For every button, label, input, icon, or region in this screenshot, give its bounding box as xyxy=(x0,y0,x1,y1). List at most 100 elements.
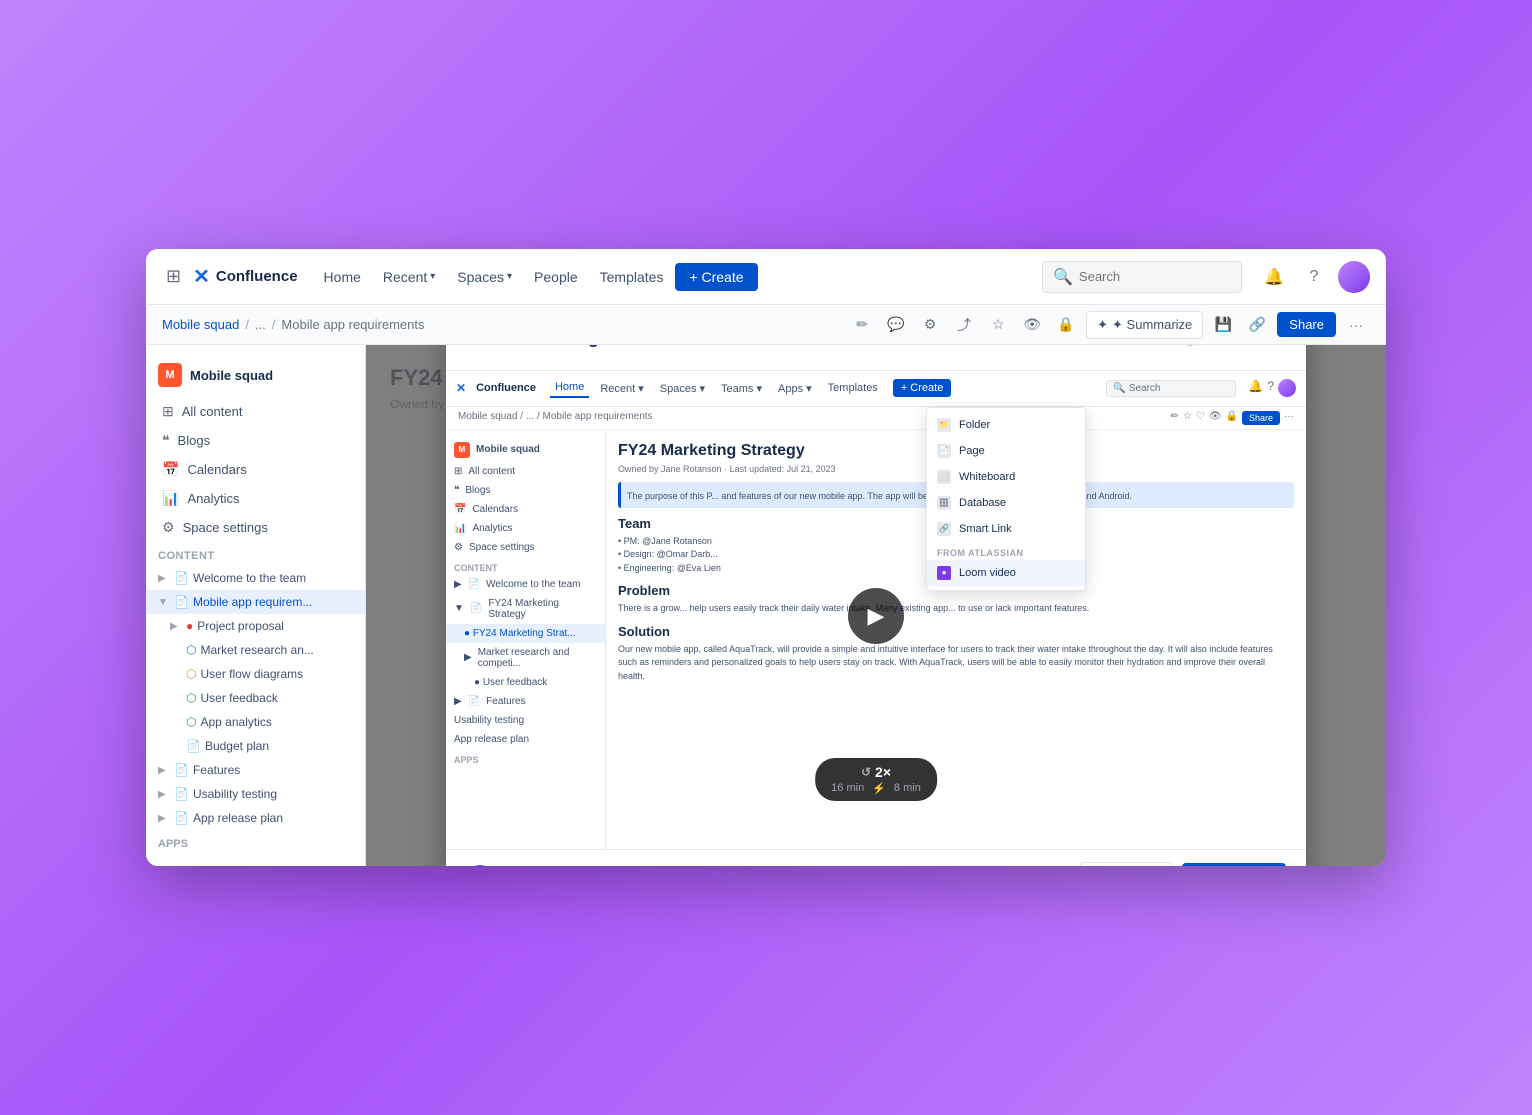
inner-breadcrumb: Mobile squad / ... / Mobile app requirem… xyxy=(446,407,1306,430)
sidebar-welcome[interactable]: ▶ 📄 Welcome to the team xyxy=(146,566,365,590)
search-box[interactable]: 🔍 xyxy=(1042,261,1242,293)
inner-welcome[interactable]: ▶📄 Welcome to the team xyxy=(446,575,605,594)
breadcrumb-ellipsis[interactable]: ... xyxy=(255,317,266,332)
modal-header: FY24 Marketing ↩ 🗑 ✂ ✕ xyxy=(446,345,1306,371)
sidebar-user-flow[interactable]: ⬡ User flow diagrams xyxy=(146,662,365,686)
insert-video-button[interactable]: Insert video xyxy=(1182,863,1286,867)
inner-search[interactable]: 🔍 Search xyxy=(1106,380,1236,397)
inner-calendars[interactable]: 📅Calendars xyxy=(446,500,605,519)
dropdown-page[interactable]: 📄 Page xyxy=(927,438,1085,464)
sidebar-app-release[interactable]: ▶ 📄 App release plan xyxy=(146,806,365,830)
nav-recent[interactable]: Recent ▾ xyxy=(373,263,445,291)
undo-button[interactable]: ↩ xyxy=(1134,345,1166,354)
more-icon[interactable]: ··· xyxy=(1342,311,1370,339)
dropdown-folder[interactable]: 📁 Folder xyxy=(927,412,1085,438)
inner-create-btn[interactable]: + Create xyxy=(893,379,952,397)
inner-help-icon[interactable]: ? xyxy=(1267,379,1274,397)
star-icon[interactable]: ☆ xyxy=(984,311,1012,339)
inner-features[interactable]: ▶📄 Features xyxy=(446,692,605,711)
dropdown-loom[interactable]: ● Loom video xyxy=(927,560,1085,586)
inner-content-label: CONTENT xyxy=(446,557,605,575)
sidebar-blogs[interactable]: ❝ Blogs xyxy=(150,426,361,455)
grid-icon[interactable]: ⊞ xyxy=(162,262,185,291)
sidebar-features[interactable]: ▶ 📄 Features xyxy=(146,758,365,782)
inner-star-icon[interactable]: ☆ xyxy=(1183,411,1192,425)
dropdown-database[interactable]: 🗄 Database xyxy=(927,490,1085,516)
lock-icon[interactable]: 🔒 xyxy=(1052,311,1080,339)
sidebar-all-content[interactable]: ⊞ All content xyxy=(150,397,361,426)
save-icon[interactable]: 💾 xyxy=(1209,311,1237,339)
share-button[interactable]: Share xyxy=(1277,312,1336,337)
inner-analytics[interactable]: 📊Analytics xyxy=(446,519,605,538)
sidebar-budget-plan[interactable]: 📄 Budget plan xyxy=(146,734,365,758)
edit-icon[interactable]: ✏ xyxy=(848,311,876,339)
inner-market-research-sub[interactable]: ▶ Market research and competi... xyxy=(446,643,605,673)
inner-usability[interactable]: Usability testing xyxy=(446,711,605,730)
user-avatar[interactable] xyxy=(1338,261,1370,293)
inner-user-feedback-sub[interactable]: ● User feedback xyxy=(446,673,605,692)
nav-people[interactable]: People xyxy=(524,263,588,291)
inner-space-settings[interactable]: ⚙Space settings xyxy=(446,538,605,557)
speed-indicator: ↺ 2× 16 min ⚡ 8 min xyxy=(815,758,937,801)
inner-heart-icon[interactable]: ♡ xyxy=(1196,411,1205,425)
close-button[interactable]: ✕ xyxy=(1254,345,1286,354)
view-icon[interactable]: 👁 xyxy=(1018,311,1046,339)
link-icon[interactable]: 🔗 xyxy=(1243,311,1271,339)
nav-logo[interactable]: ✕ Confluence xyxy=(193,264,297,289)
nav-links: Home Recent ▾ Spaces ▾ People Templates … xyxy=(314,263,1034,291)
inner-fy24-active[interactable]: ● FY24 Marketing Strat... xyxy=(446,624,605,643)
inner-share-btn[interactable]: Share xyxy=(1242,411,1280,425)
inner-all-content[interactable]: ⊞All content xyxy=(446,462,605,481)
inner-nav-apps[interactable]: Apps ▾ xyxy=(773,379,817,398)
inner-nav-templates[interactable]: Templates xyxy=(823,379,883,397)
dropdown-whiteboard[interactable]: ⬜ Whiteboard xyxy=(927,464,1085,490)
breadcrumb-page: Mobile app requirements xyxy=(281,317,424,332)
breadcrumb-space[interactable]: Mobile squad xyxy=(162,317,239,332)
inner-edit-icon[interactable]: ✏ xyxy=(1170,411,1178,425)
nav-templates[interactable]: Templates xyxy=(590,263,674,291)
inner-mobile-req[interactable]: ▼📄 FY24 Marketing Strategy xyxy=(446,594,605,624)
inner-blogs[interactable]: ❝Blogs xyxy=(446,481,605,500)
sidebar-app-analytics[interactable]: ⬡ App analytics xyxy=(146,710,365,734)
sidebar-space-settings[interactable]: ⚙ Space settings xyxy=(150,513,361,542)
sidebar-mobile-app-req[interactable]: ▼ 📄 Mobile app requirem... xyxy=(146,590,365,614)
sidebar-project-proposal[interactable]: ▶ ● Project proposal xyxy=(146,614,365,638)
sidebar-market-research[interactable]: ⬡ Market research an... xyxy=(146,638,365,662)
dropdown-smart-link[interactable]: 🔗 Smart Link xyxy=(927,516,1085,542)
inner-more-icon[interactable]: ··· xyxy=(1284,411,1294,425)
inner-nav-home[interactable]: Home xyxy=(550,378,589,398)
copy-link-button[interactable]: Copy link xyxy=(1080,862,1172,867)
modal-overlay[interactable]: FY24 Marketing ↩ 🗑 ✂ ✕ xyxy=(366,345,1386,866)
expand-icon: ▶ xyxy=(158,813,170,824)
help-icon[interactable]: ? xyxy=(1298,261,1330,293)
flash-icon: ⚡ xyxy=(872,782,886,795)
notifications-icon[interactable]: 🔔 xyxy=(1258,261,1290,293)
nav-spaces[interactable]: Spaces ▾ xyxy=(447,263,522,291)
branch-icon[interactable]: ⤴ xyxy=(950,311,978,339)
inner-bell-icon[interactable]: 🔔 xyxy=(1248,379,1263,397)
blogs-icon: ❝ xyxy=(162,432,170,449)
create-button[interactable]: + Create xyxy=(675,263,757,291)
search-input[interactable] xyxy=(1079,269,1231,284)
inner-nav-spaces[interactable]: Spaces ▾ xyxy=(655,379,710,398)
inner-avatar[interactable] xyxy=(1278,379,1296,397)
modal-footer-actions: Copy link Insert video xyxy=(1080,862,1286,867)
inner-nav-recent[interactable]: Recent ▾ xyxy=(595,379,648,398)
settings-icon[interactable]: ⚙ xyxy=(916,311,944,339)
scissors-button[interactable]: ✂ xyxy=(1214,345,1246,354)
comment-icon[interactable]: 💬 xyxy=(882,311,910,339)
breadcrumb: Mobile squad / ... / Mobile app requirem… xyxy=(162,317,425,332)
loom-dropdown-icon: ● xyxy=(937,566,951,580)
delete-button[interactable]: 🗑 xyxy=(1174,345,1206,354)
sidebar-user-feedback[interactable]: ⬡ User feedback xyxy=(146,686,365,710)
expand-icon: ▶ xyxy=(158,765,170,776)
sidebar-analytics[interactable]: 📊 Analytics xyxy=(150,484,361,513)
inner-lock-icon[interactable]: 🔒 xyxy=(1226,411,1238,425)
inner-nav-teams[interactable]: Teams ▾ xyxy=(716,379,767,398)
sidebar-calendars[interactable]: 📅 Calendars xyxy=(150,455,361,484)
inner-app-release[interactable]: App release plan xyxy=(446,730,605,749)
sidebar-usability[interactable]: ▶ 📄 Usability testing xyxy=(146,782,365,806)
nav-home[interactable]: Home xyxy=(314,263,371,291)
summarize-button[interactable]: ✦ ✦ Summarize xyxy=(1086,311,1203,339)
inner-eye-icon[interactable]: 👁 xyxy=(1209,411,1222,425)
